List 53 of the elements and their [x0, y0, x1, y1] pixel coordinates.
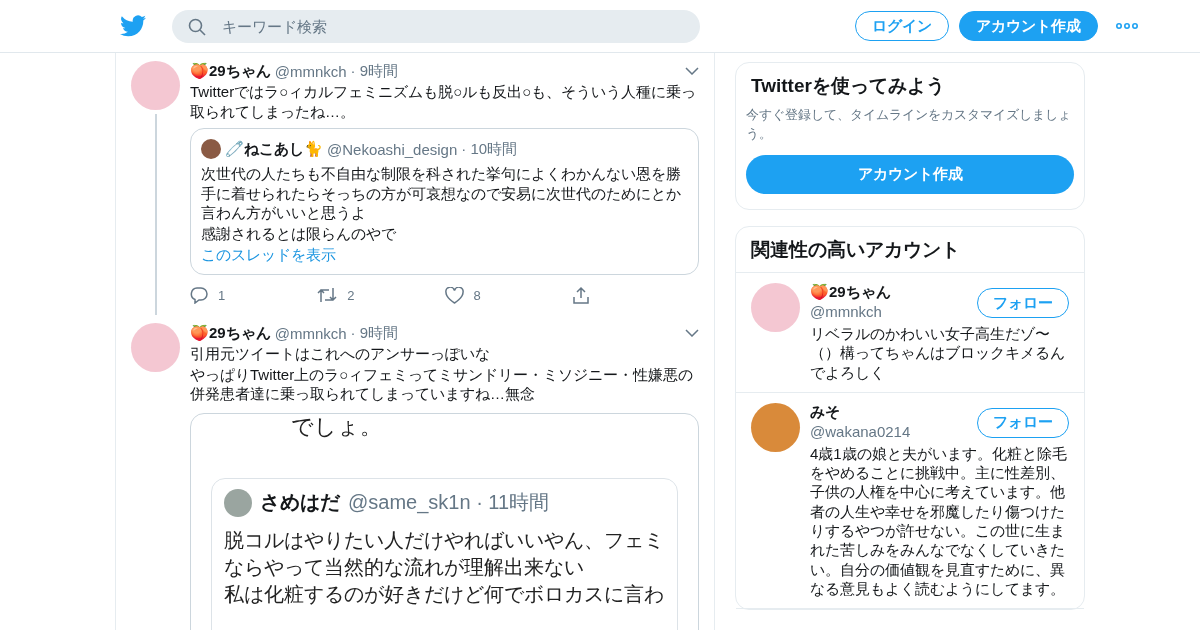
signup-button[interactable]: アカウント作成: [746, 155, 1074, 194]
tweet-text: 引用元ツイートはこれへのアンサーっぽいな: [190, 344, 491, 364]
show-thread-link[interactable]: このスレッドを表示: [201, 246, 336, 265]
tweet-text: やっぱりTwitter上のラ○ィフェミってミサンドリー・ミソジニー・性嫌悪の併発患者達に乗っ取られてしまっていますね…無念: [190, 364, 695, 404]
reply-icon[interactable]: [190, 286, 208, 304]
follow-button[interactable]: フォロー: [977, 288, 1069, 318]
user-handle: @mmnkch: [274, 324, 347, 342]
avatar[interactable]: [751, 402, 800, 452]
follow-button[interactable]: フォロー: [977, 407, 1069, 438]
tweet-time[interactable]: · 9時間: [350, 323, 399, 343]
heart-icon[interactable]: [444, 286, 464, 304]
search-icon: [188, 17, 206, 36]
caret-icon[interactable]: [685, 329, 699, 337]
avatar: [224, 488, 252, 517]
signup-button[interactable]: アカウント作成: [959, 11, 1098, 41]
quoted-text: 感謝されるとは限らんのやで: [201, 223, 397, 243]
tweet-time[interactable]: · 9時間: [350, 61, 399, 81]
card-title: 関連性の高いアカウント: [736, 227, 1084, 273]
screenshot-image[interactable]: でしょ。 さめはだ @same_sk1n · 11時間 脱コルはやりたい人だけやればいいやん、フェミ ならやって当然的な流れが理解出来ない 私は化粧するのが好きだけど何でボロカスに言わ: [190, 412, 699, 630]
user-name[interactable]: 🍑29ちゃん: [190, 61, 271, 81]
user-name[interactable]: 🍑29ちゃん: [190, 323, 271, 343]
card-text: 今すぐ登録して、タイムラインをカスタマイズしましょう。: [746, 106, 1072, 143]
user-name: さめはだ: [260, 490, 340, 515]
reply-count: 1: [218, 287, 226, 303]
user-handle: @mmnkch: [810, 303, 883, 320]
tweet-text: Twitterではラ○ィカルフェミニズムも脱○ルも反出○も、そういう人種に乗っ取られてしまったね…。: [190, 82, 698, 121]
user-handle: @same_sk1n · 11時間: [348, 490, 550, 516]
like-count: 8: [473, 287, 481, 303]
user-name[interactable]: 🍑29ちゃん: [810, 283, 891, 302]
caret-icon[interactable]: [685, 67, 699, 75]
search-field[interactable]: キーワード検索: [172, 9, 700, 43]
retweet-count: 2: [347, 287, 355, 303]
share-icon[interactable]: [571, 286, 590, 304]
login-button[interactable]: ログイン: [855, 11, 949, 41]
quoted-text: 次世代の人たちも不自由な制限を科された挙句によくわかんない恩を勝手に着せられたらそっちの方が可哀想なので安易に次世代のためにとか言わん方がいいと思うよ: [201, 164, 682, 223]
tweet-time: · 10時間: [461, 139, 518, 159]
cut-off-text: でしょ。: [290, 413, 382, 440]
user-bio: リベラルのかわいい女子高生だゾ〜（）構ってちゃんはブロックキメるんでよろしく: [810, 324, 1066, 382]
embedded-tweet-text: ならやって当然的な流れが理解出来ない: [224, 554, 584, 580]
embedded-tweet-text: 私は化粧するのが好きだけど何でボロカスに言わ: [224, 581, 664, 607]
bird-logo[interactable]: [120, 15, 146, 37]
retweet-icon[interactable]: [317, 286, 338, 304]
card-title: Twitterを使ってみよう: [750, 74, 946, 98]
user-handle: @wakana0214: [810, 422, 911, 440]
user-name: 🧷ねこあし🐈: [225, 139, 323, 159]
user-handle: @Nekoashi_design: [327, 140, 458, 158]
embedded-tweet-text: 脱コルはやりたい人だけやればいいやん、フェミ: [224, 527, 664, 553]
more-icon[interactable]: [1116, 23, 1138, 29]
avatar: [201, 139, 221, 159]
user-bio: 4歳1歳の娘と夫がいます。化粧と除毛をやめることに挑戦中。主に性差別、子供の人権を中心に考えています。他者の人生や幸せを邪魔したり傷つけたりするやつが許せない。この世に生まれた苦しみをみんなでなくしていきたい。自分の価値観を見直すために、異なる意見もよく読むようにしてます。: [810, 443, 1068, 599]
user-handle: @mmnkch: [274, 62, 347, 80]
user-name[interactable]: みそ: [810, 402, 911, 422]
quoted-tweet[interactable]: 🧷ねこあし🐈 @Nekoashi_design · 10時間 次世代の人たちも不自由な制限を科された挙句によくわかんない恩を勝手に着せられたらそっちの方が可哀想なので安易に次世代のためにとか言わん方がいいと思うよ 感謝されるとは限らんのやで このスレッドを表示: [190, 128, 699, 275]
